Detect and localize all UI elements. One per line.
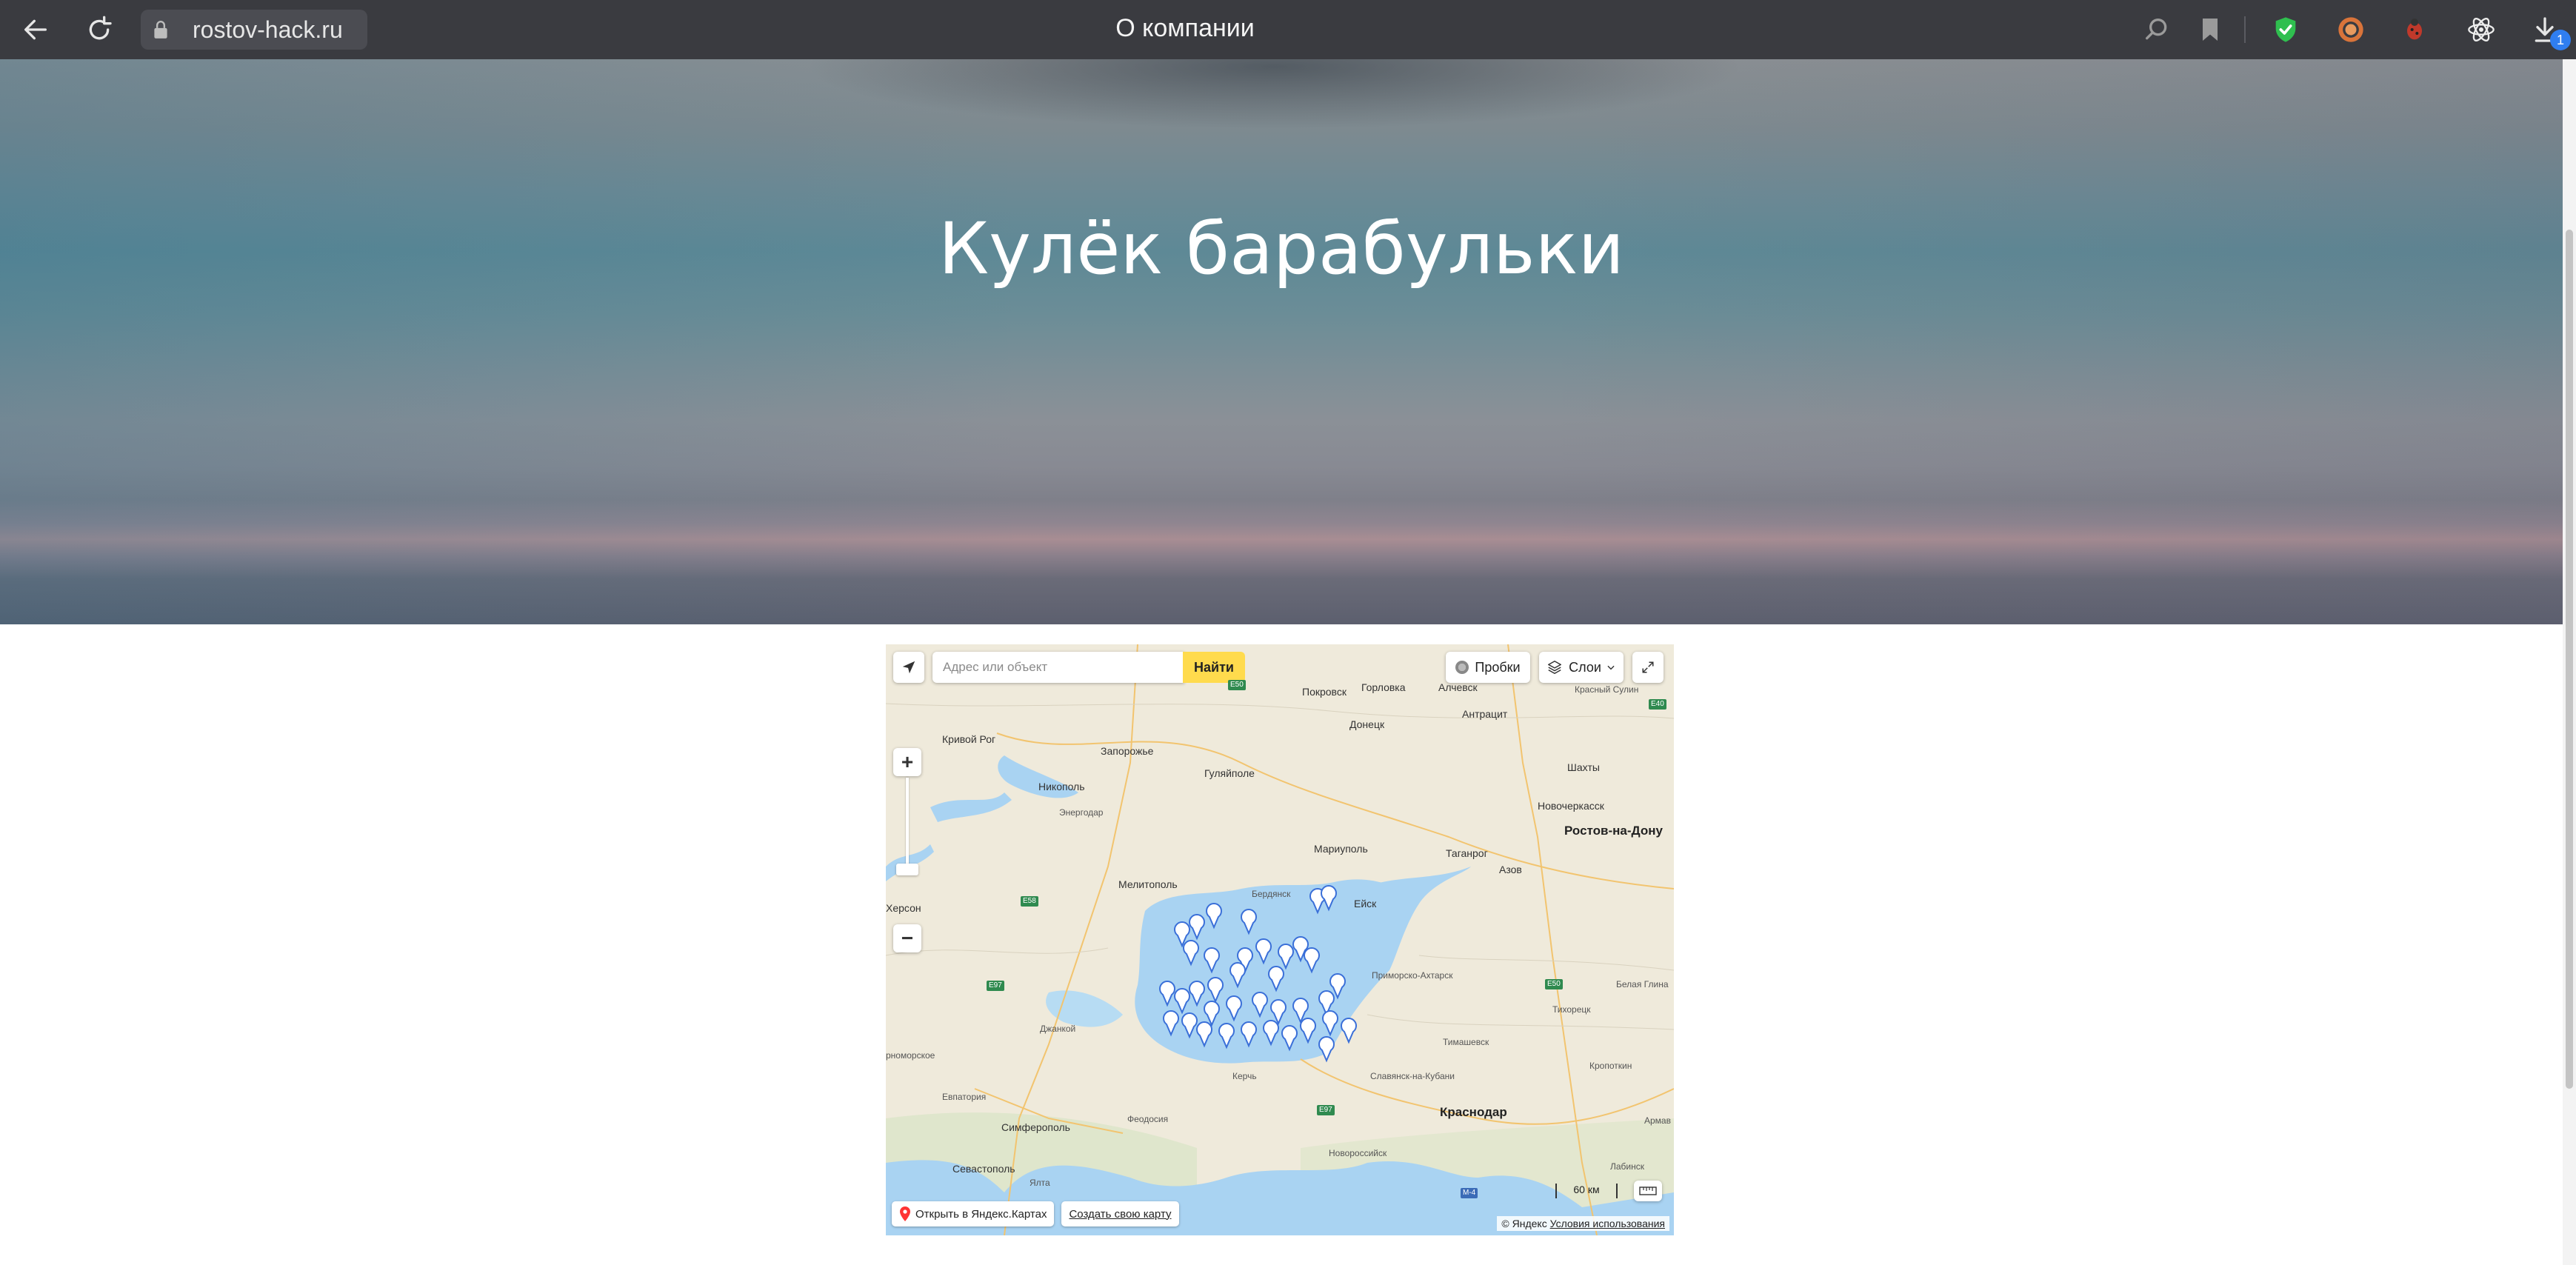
city-label: Феодосия <box>1127 1114 1169 1124</box>
city-label: Евпатория <box>942 1092 987 1102</box>
city-label: Шахты <box>1567 761 1600 773</box>
city-label: Новочеркасск <box>1538 800 1604 812</box>
ladybug-extension-icon[interactable] <box>2398 13 2431 46</box>
downloads-count-badge: 1 <box>2550 30 2571 50</box>
city-label: Тимашевск <box>1443 1037 1489 1047</box>
map-scale: 60 км <box>1555 1184 1618 1198</box>
terms-link[interactable]: Условия использования <box>1550 1218 1665 1229</box>
city-label: Покровск <box>1302 686 1347 698</box>
create-map-link[interactable]: Создать свою карту <box>1061 1201 1179 1226</box>
traffic-icon <box>1455 661 1469 674</box>
city-label: Бердянск <box>1252 889 1291 899</box>
city-label: Энергодар <box>1059 807 1104 818</box>
map-search-button[interactable]: Найти <box>1183 652 1245 683</box>
hero-title: Кулёк барабульки <box>938 207 1624 290</box>
zoom-slider-track[interactable] <box>906 778 909 874</box>
city-label: Приморско-Ахтарск <box>1372 970 1453 981</box>
scrollbar-thumb[interactable] <box>2566 230 2573 1089</box>
city-label: Ялта <box>1030 1178 1050 1188</box>
shield-check-icon[interactable] <box>2269 13 2302 46</box>
open-in-yandex-maps-label: Открыть в Яндекс.Картах <box>915 1207 1047 1221</box>
city-label: Гуляйполе <box>1204 767 1255 779</box>
open-in-yandex-maps-link[interactable]: Открыть в Яндекс.Картах <box>892 1201 1055 1226</box>
city-label: Мелитополь <box>1118 878 1178 890</box>
city-label: Лабинск <box>1610 1161 1645 1172</box>
city-label: Херсон <box>886 902 921 914</box>
city-label: Ростов-на-Дону <box>1564 824 1663 838</box>
city-label: Азов <box>1499 864 1522 875</box>
browser-toolbar: rostov-hack.ru О компании 1 <box>0 0 2576 59</box>
road-shield: E50 <box>1228 680 1246 690</box>
map-terrain <box>886 644 1674 1235</box>
layers-label: Слои <box>1569 659 1601 675</box>
yandex-map[interactable]: Найти Пробки Слои + − Покровск Горловка … <box>886 644 1674 1235</box>
city-label: Кривой Рог <box>942 733 996 745</box>
road-shield: E40 <box>1649 699 1666 710</box>
hero-banner: Кулёк барабульки <box>0 59 2563 624</box>
city-label: Белая Глина <box>1616 979 1669 989</box>
city-label: Славянск-на-Кубани <box>1370 1071 1455 1081</box>
layers-button[interactable]: Слои <box>1539 652 1624 683</box>
road-shield: M-4 <box>1461 1188 1478 1198</box>
city-label: Алчевск <box>1438 681 1478 693</box>
circle-extension-icon[interactable] <box>2335 13 2367 46</box>
traffic-label: Пробки <box>1475 659 1521 675</box>
city-label: Краснодар <box>1440 1105 1507 1119</box>
city-label: Симферополь <box>1001 1121 1070 1133</box>
city-label: Новороссийск <box>1329 1148 1387 1158</box>
city-label: Запорожье <box>1101 745 1154 757</box>
traffic-button[interactable]: Пробки <box>1446 652 1530 683</box>
city-label: Красный Сулин <box>1575 684 1639 695</box>
city-label: Никополь <box>1038 781 1085 792</box>
chevron-down-icon <box>1607 665 1615 670</box>
toolbar-divider <box>2244 16 2246 43</box>
react-icon[interactable] <box>2465 13 2497 46</box>
road-shield: E97 <box>1317 1105 1335 1115</box>
city-label: Мариуполь <box>1314 843 1368 855</box>
zoom-slider-handle[interactable] <box>896 864 918 875</box>
city-label: Кропоткин <box>1589 1061 1632 1071</box>
layers-icon <box>1548 661 1562 674</box>
city-label: Керчь <box>1232 1071 1257 1081</box>
copyright-text: © Яндекс <box>1501 1218 1547 1229</box>
geolocation-icon[interactable] <box>893 652 924 683</box>
ruler-icon[interactable] <box>1634 1181 1662 1201</box>
road-shield: E50 <box>1545 979 1563 989</box>
zoom-in-button[interactable]: + <box>893 748 921 776</box>
map-search-input[interactable] <box>932 652 1184 683</box>
city-label: Антрацит <box>1462 708 1508 720</box>
city-label: Таганрог <box>1446 847 1488 859</box>
road-shield: E58 <box>1021 896 1038 907</box>
fullscreen-icon[interactable] <box>1632 652 1664 683</box>
tab-title: О компании <box>1115 14 1255 42</box>
zoom-out-button[interactable]: − <box>893 924 921 952</box>
city-label: Ейск <box>1354 898 1377 909</box>
city-label: Севастополь <box>952 1163 1015 1175</box>
city-label: рноморское <box>886 1050 935 1061</box>
road-shield: E97 <box>987 981 1004 991</box>
map-pin-icon <box>900 1206 910 1221</box>
city-label: Тихорецк <box>1552 1004 1591 1015</box>
city-label: Горловка <box>1361 681 1406 693</box>
search-icon[interactable] <box>2140 13 2173 46</box>
map-copyright: © Яндекс Условия использования <box>1497 1216 1669 1231</box>
city-label: Донецк <box>1349 718 1385 730</box>
bookmark-icon[interactable] <box>2194 13 2226 46</box>
city-label: Джанкой <box>1040 1024 1076 1034</box>
city-label: Армав <box>1644 1115 1671 1126</box>
map-footer: Открыть в Яндекс.Картах Создать свою кар… <box>892 1201 1179 1226</box>
